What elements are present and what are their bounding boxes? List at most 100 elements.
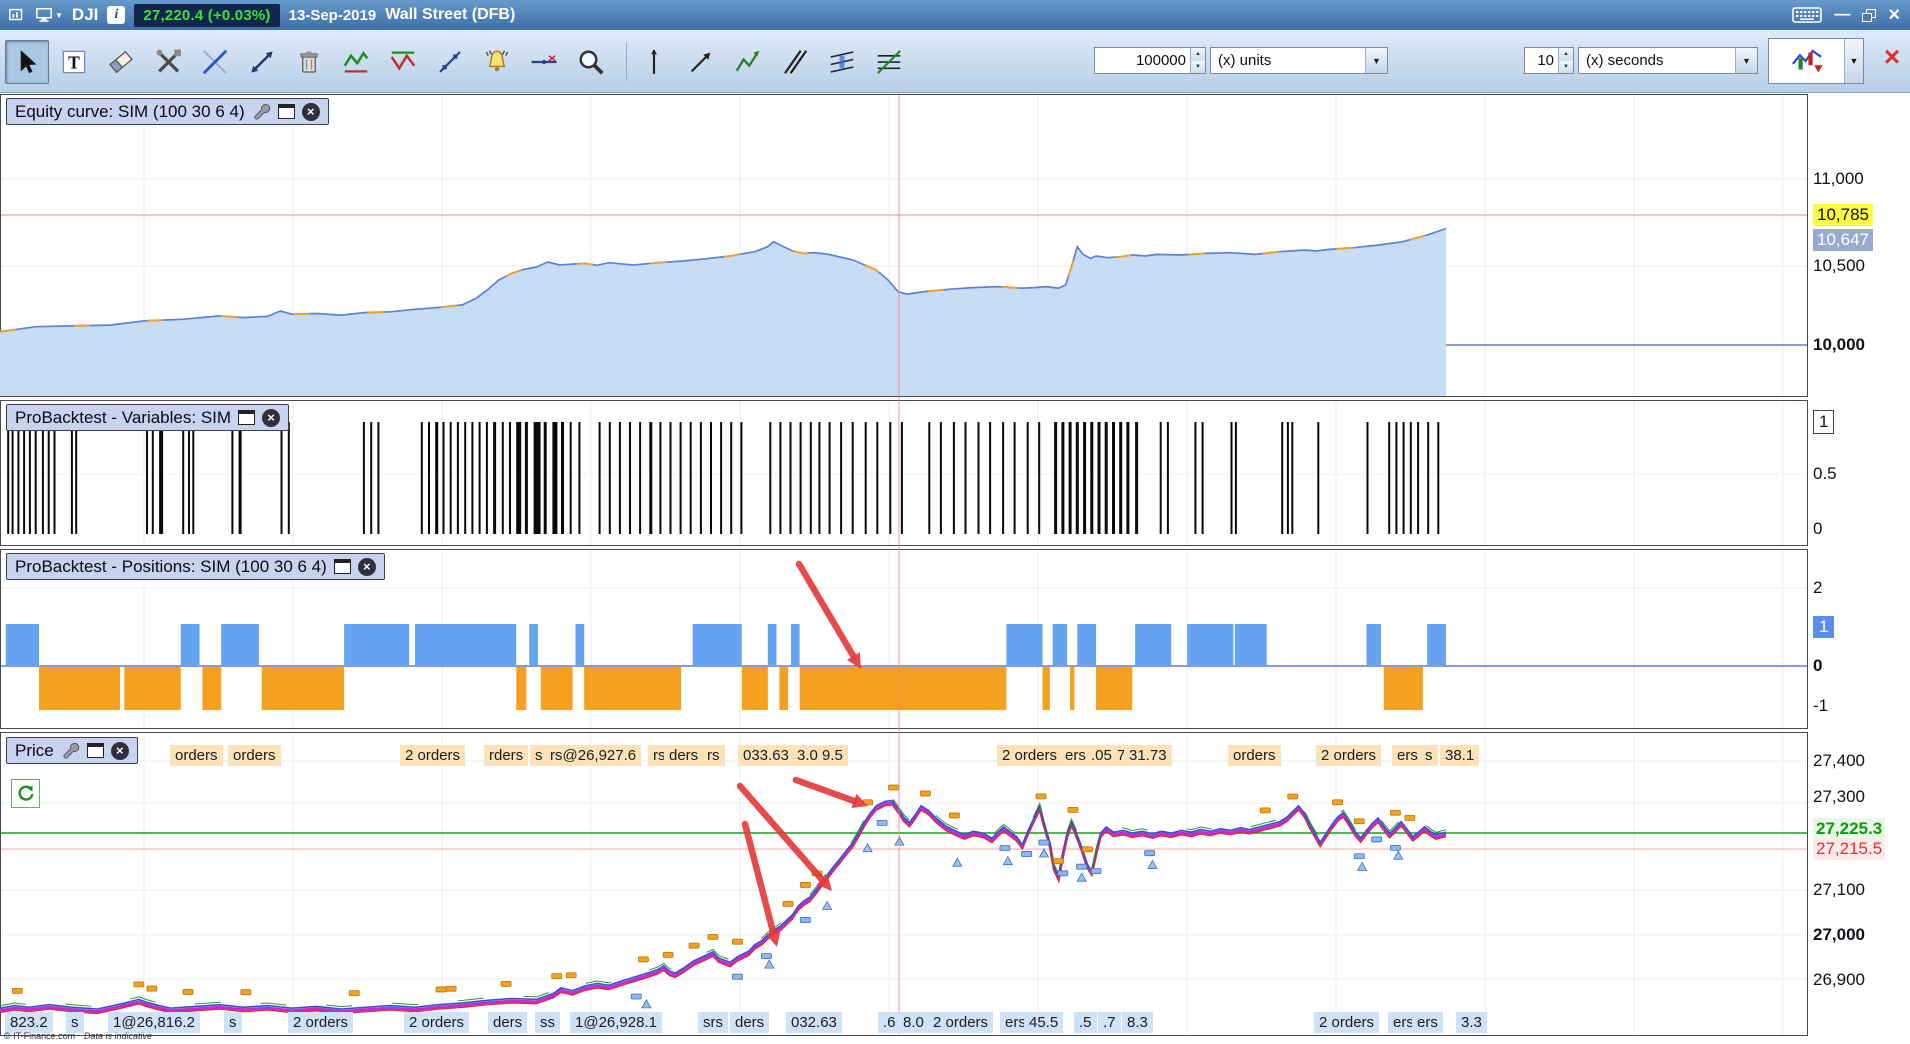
maximize-panel-icon[interactable]	[333, 559, 351, 574]
order-label: 2 orders	[997, 745, 1063, 766]
fibonacci-tool[interactable]	[867, 40, 911, 84]
close-panel-icon[interactable]: ×	[301, 102, 320, 121]
dropdown-arrow-icon[interactable]: ▼	[1365, 48, 1387, 73]
period-unit-dropdown[interactable]: (x) seconds ▼	[1578, 47, 1758, 74]
wrench-settings-icon[interactable]	[61, 741, 80, 760]
close-panel-icon[interactable]: ×	[110, 741, 129, 760]
period-input[interactable]: 10 ▲ ▼	[1524, 47, 1574, 74]
spin-up-icon[interactable]: ▲	[1559, 48, 1573, 61]
parallel-lines-tool[interactable]	[773, 40, 817, 84]
order-label: 31.73	[1124, 745, 1172, 766]
equity-axis-label: 10,785	[1813, 204, 1873, 226]
order-label: ders	[488, 1012, 528, 1033]
order-label: 823.2	[5, 1012, 53, 1033]
maximize-panel-icon[interactable]	[277, 104, 295, 119]
order-label: 45.5	[1024, 1012, 1064, 1033]
equity-curve-panel[interactable]	[0, 94, 1808, 397]
channel-tool[interactable]	[820, 40, 864, 84]
order-label: orders	[1228, 745, 1281, 766]
horizontal-line-tool[interactable]	[522, 40, 566, 84]
units-value[interactable]: 100000	[1095, 48, 1190, 73]
chevron-down-icon[interactable]: ▼	[55, 11, 63, 20]
trash-tool[interactable]	[287, 40, 331, 84]
instrument-symbol: DJI	[71, 5, 99, 24]
order-label: 8.0	[898, 1012, 929, 1033]
order-label: ers	[1412, 1012, 1443, 1033]
positions-axis-label: -1	[1813, 696, 1829, 715]
text-tool[interactable]: T	[52, 40, 96, 84]
wrench-settings-icon[interactable]	[252, 102, 271, 121]
vertical-line-tool[interactable]	[632, 40, 676, 84]
units-unit-label: (x) units	[1218, 52, 1272, 69]
zoom-tool[interactable]	[569, 40, 613, 84]
price-axis-label: 27,215.5	[1813, 838, 1886, 860]
chart-style-icon	[1769, 39, 1844, 83]
maximize-panel-icon[interactable]	[238, 410, 256, 425]
order-label: 2 orders	[1316, 745, 1382, 766]
dropdown-arrow-icon[interactable]: ▼	[1735, 48, 1757, 73]
restore-button[interactable]	[1862, 8, 1877, 22]
order-label: .5	[1074, 1012, 1097, 1033]
order-label: 38.1	[1440, 745, 1480, 766]
price-axis-label: 27,100	[1813, 880, 1865, 899]
variables-axis-label: 0	[1813, 519, 1823, 538]
price-axis-label: 26,900	[1813, 970, 1865, 989]
equity-axis-label: 10,500	[1813, 256, 1865, 275]
spin-down-icon[interactable]: ▼	[1559, 60, 1573, 73]
bullish-pattern-tool[interactable]	[334, 40, 378, 84]
price-change-badge: 27,220.4 (+0.03%)	[134, 3, 280, 27]
eraser-tool[interactable]	[99, 40, 143, 84]
price-axis-label: 27,400	[1813, 751, 1865, 770]
workspace-selector-icon[interactable]: ▼	[35, 6, 63, 24]
copyright-label: © IT-Finance.com	[4, 1031, 76, 1041]
order-label: 1@26,816.2	[108, 1012, 200, 1033]
trendline-tool[interactable]	[193, 40, 237, 84]
units-input[interactable]: 100000 ▲ ▼	[1094, 47, 1206, 74]
order-label: 032.63	[786, 1012, 842, 1033]
close-panel-icon[interactable]: ×	[357, 557, 376, 576]
equity-panel-title: Equity curve: SIM (100 30 6 4)	[15, 101, 245, 121]
chart-style-button[interactable]: ▼	[1768, 38, 1864, 84]
extended-line-tool[interactable]	[240, 40, 284, 84]
refresh-chart-button[interactable]	[11, 779, 40, 808]
drawing-tools[interactable]	[146, 40, 190, 84]
segment-tool[interactable]	[428, 40, 472, 84]
arrow-tool[interactable]	[679, 40, 723, 84]
units-spinner[interactable]: ▲ ▼	[1190, 48, 1205, 73]
maximize-panel-icon[interactable]	[86, 743, 104, 758]
price-panel-tab[interactable]: Price ×	[6, 737, 138, 764]
close-window-button[interactable]: ×	[1888, 5, 1900, 25]
positions-axis-label: 1	[1813, 616, 1835, 638]
price-panel[interactable]	[0, 732, 1808, 1036]
zigzag-tool[interactable]	[726, 40, 770, 84]
bearish-pattern-tool[interactable]	[381, 40, 425, 84]
data-note-label: Data is indicative	[84, 1031, 153, 1041]
order-label: 2 orders	[928, 1012, 994, 1033]
app-icon[interactable]	[8, 6, 26, 24]
order-label: 8.3	[1122, 1012, 1153, 1033]
pointer-tool[interactable]	[5, 40, 49, 84]
minimize-button[interactable]: —	[1834, 7, 1850, 23]
equity-panel-tab[interactable]: Equity curve: SIM (100 30 6 4) ×	[6, 98, 329, 125]
close-chart-button[interactable]: ×	[1878, 42, 1906, 74]
positions-panel-tab[interactable]: ProBacktest - Positions: SIM (100 30 6 4…	[6, 553, 385, 580]
dropdown-arrow-icon[interactable]: ▼	[1844, 39, 1863, 83]
order-label: s	[66, 1012, 84, 1033]
close-panel-icon[interactable]: ×	[262, 408, 281, 427]
order-label: 2 orders	[404, 1012, 470, 1033]
spin-up-icon[interactable]: ▲	[1191, 48, 1205, 61]
order-label: orders	[170, 745, 223, 766]
period-spinner[interactable]: ▲ ▼	[1558, 48, 1573, 73]
order-label: 3.0 9.5	[792, 745, 848, 766]
keyboard-icon[interactable]	[1792, 6, 1823, 24]
order-label: 2 orders	[1314, 1012, 1380, 1033]
prorealtime-window: ▼ DJI i 27,220.4 (+0.03%) 13-Sep-2019 Wa…	[0, 0, 1910, 1044]
market-label: Wall Street (DFB)	[385, 6, 516, 23]
alert-tool[interactable]	[475, 40, 519, 84]
variables-panel-tab[interactable]: ProBacktest - Variables: SIM ×	[6, 404, 290, 431]
info-icon[interactable]: i	[107, 6, 126, 24]
equity-axis-label: 11,000	[1813, 169, 1864, 188]
spin-down-icon[interactable]: ▼	[1191, 60, 1205, 73]
units-unit-dropdown[interactable]: (x) units ▼	[1210, 47, 1388, 74]
period-value[interactable]: 10	[1525, 48, 1558, 73]
